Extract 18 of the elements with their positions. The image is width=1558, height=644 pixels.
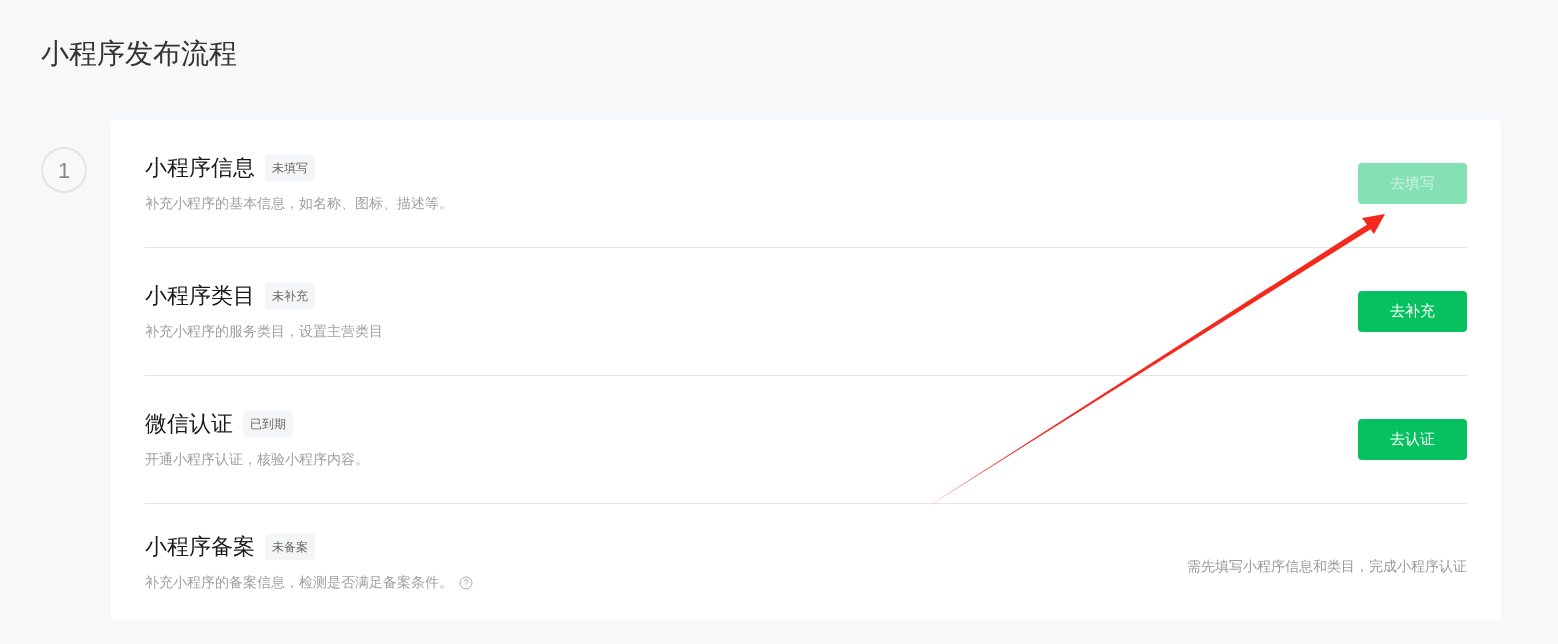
status-tag: 未补充 [265,283,315,309]
status-tag: 未备案 [265,534,315,560]
requirement-note: 需先填写小程序信息和类目，完成小程序认证 [1187,557,1467,576]
item-description: 开通小程序认证，核验小程序内容。 [145,450,369,469]
item-title: 小程序备案 [145,533,255,561]
item-description: 补充小程序的备案信息，检测是否满足备案条件。 [145,573,453,592]
status-tag: 已到期 [243,411,293,437]
item-title: 小程序信息 [145,154,255,182]
page-title: 小程序发布流程 [41,37,238,71]
action-button[interactable]: 去认证 [1358,419,1467,460]
step-number: 1 [41,147,87,193]
item-description: 补充小程序的服务类目，设置主营类目 [145,322,383,341]
action-button[interactable]: 去补充 [1358,291,1467,332]
item-title: 小程序类目 [145,282,255,310]
item-title: 微信认证 [145,410,233,438]
item-description: 补充小程序的基本信息，如名称、图标、描述等。 [145,194,453,213]
status-tag: 未填写 [265,155,315,181]
help-icon[interactable] [459,575,473,590]
